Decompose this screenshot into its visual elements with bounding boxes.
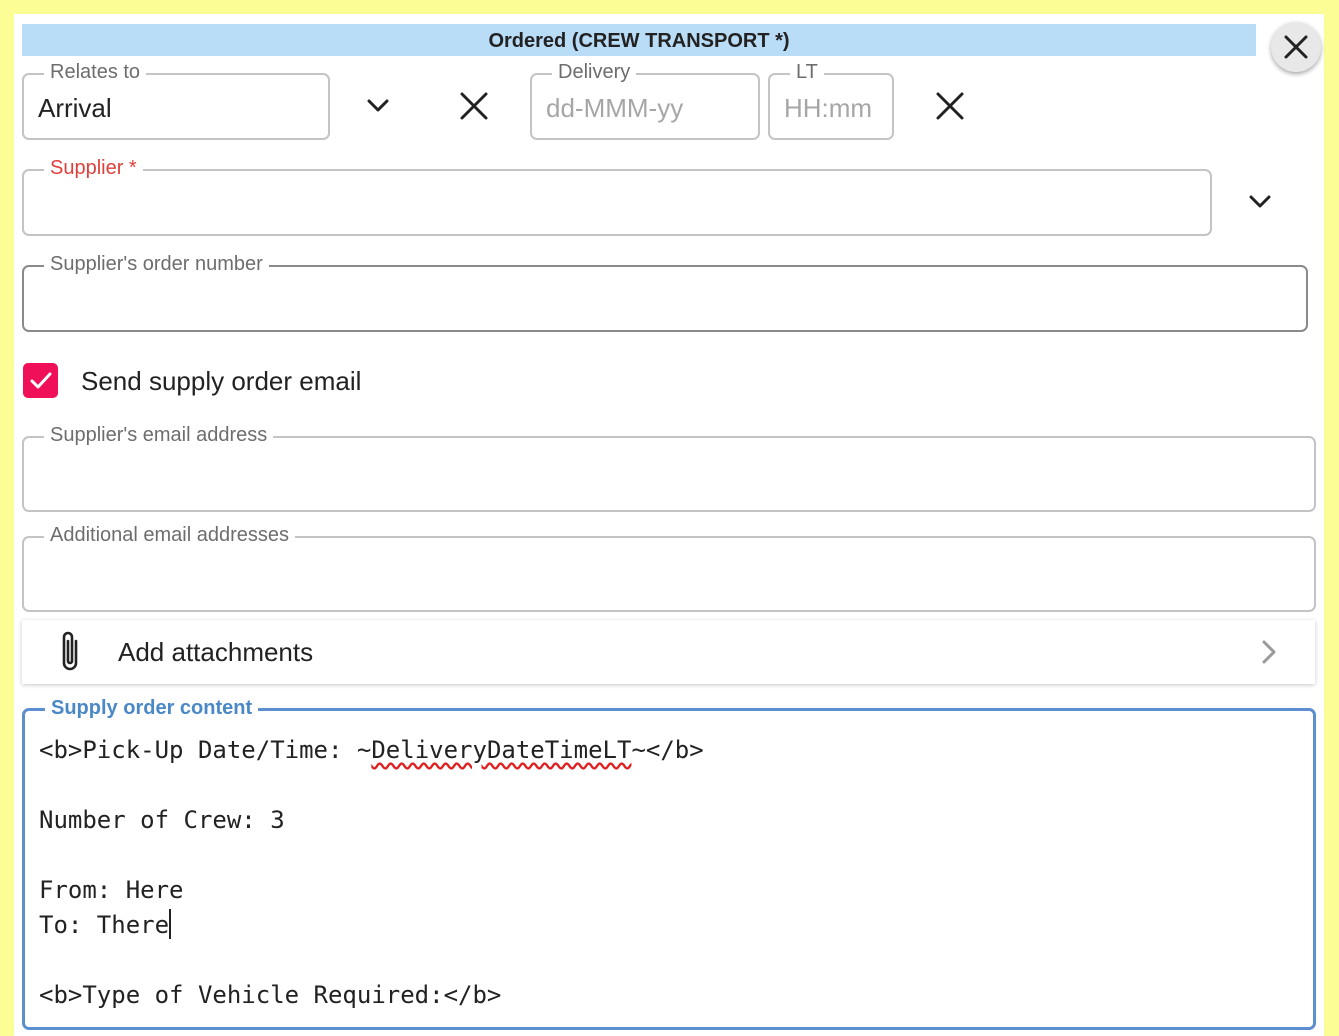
close-dialog-button[interactable]	[1271, 22, 1321, 72]
close-icon	[1284, 35, 1308, 59]
supply-order-content-label: Supply order content	[45, 696, 259, 720]
clear-icon	[460, 92, 488, 120]
content-line	[39, 838, 704, 873]
clear-icon	[936, 92, 964, 120]
supply-order-content-editor[interactable]: Supply order content <b>Pick-Up Date/Tim…	[22, 696, 1316, 1030]
dialog-title: Ordered (CREW TRANSPORT *)	[22, 24, 1256, 56]
supplier-email-label: Supplier's email address	[44, 423, 274, 447]
content-line: <b>Type of Vehicle Required:</b>	[39, 981, 502, 1009]
supplier-email-input[interactable]: Supplier's email address	[22, 423, 1316, 512]
supplier-dropdown-button[interactable]	[1240, 182, 1280, 222]
supplier-order-number-input[interactable]: Supplier's order number	[22, 252, 1308, 332]
lt-label: LT	[790, 60, 824, 84]
lt-time-input[interactable]: LT HH:mm	[768, 60, 894, 140]
additional-emails-label: Additional email addresses	[44, 523, 296, 547]
content-line: To: There	[39, 909, 172, 939]
content-line: <b>Pick-Up Date/Time: ~DeliveryDateTimeL…	[39, 736, 704, 764]
add-attachments-label: Add attachments	[118, 637, 314, 667]
supplier-order-number-label: Supplier's order number	[44, 252, 269, 276]
delivery-placeholder: dd-MMM-yy	[546, 93, 684, 123]
content-line: From: Here	[39, 876, 184, 904]
chevron-down-icon	[367, 99, 389, 112]
relates-to-dropdown-button[interactable]	[358, 86, 398, 126]
relates-to-select[interactable]: Relates to Arrival	[22, 60, 330, 140]
additional-emails-input[interactable]: Additional email addresses	[22, 523, 1316, 612]
content-line	[39, 768, 704, 803]
relates-to-value: Arrival	[38, 93, 112, 123]
check-icon	[30, 372, 51, 388]
send-email-checkbox[interactable]	[23, 363, 58, 398]
supplier-label: Supplier *	[44, 156, 143, 180]
relates-to-label: Relates to	[44, 60, 147, 84]
delivery-date-input[interactable]: Delivery dd-MMM-yy	[530, 60, 760, 140]
supplier-select[interactable]: Supplier *	[22, 156, 1212, 236]
text-cursor	[169, 909, 172, 939]
chevron-down-icon	[1249, 195, 1271, 208]
content-line: Number of Crew: 3	[39, 806, 285, 834]
content-text[interactable]: <b>Pick-Up Date/Time: ~DeliveryDateTimeL…	[39, 733, 704, 1013]
relates-to-clear-button[interactable]	[454, 86, 494, 126]
content-line	[39, 943, 704, 978]
delivery-label: Delivery	[552, 60, 637, 84]
add-attachments-row[interactable]: Add attachments	[22, 620, 1315, 684]
chevron-right-icon	[1262, 640, 1276, 664]
send-email-label[interactable]: Send supply order email	[81, 366, 361, 397]
paperclip-icon	[62, 631, 78, 671]
lt-placeholder: HH:mm	[784, 93, 873, 123]
spellcheck-token: DeliveryDateTimeLT	[371, 736, 632, 764]
delivery-clear-button[interactable]	[930, 86, 970, 126]
